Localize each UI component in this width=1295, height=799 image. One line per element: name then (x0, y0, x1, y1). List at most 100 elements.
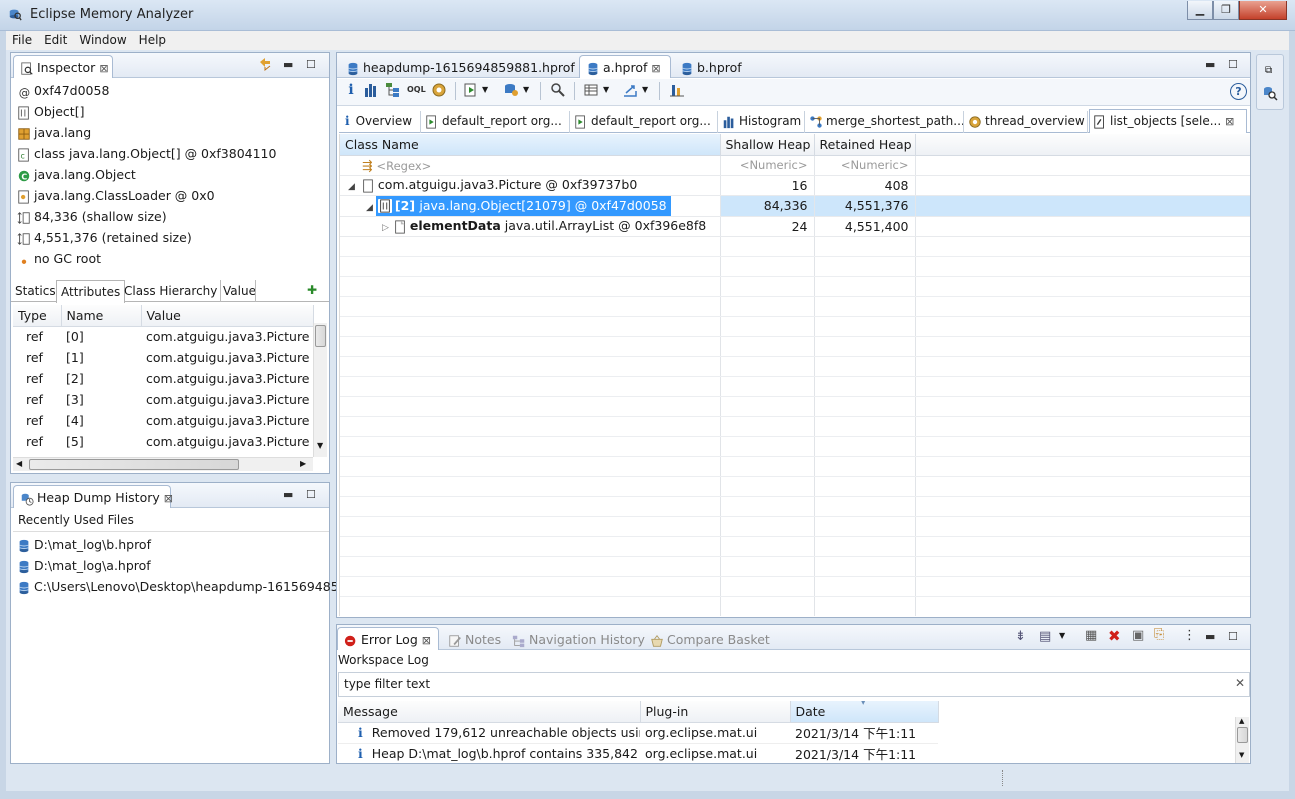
filter-shallow[interactable]: <Numeric> (720, 155, 815, 176)
close-tab-icon[interactable]: ⊠ (164, 492, 173, 505)
scroll-right-icon[interactable]: ▶ (300, 459, 306, 468)
qtab-thread-overview[interactable]: thread_overview (965, 111, 1088, 133)
inspector-row[interactable]: java.lang.ClassLoader @ 0x0 (17, 185, 215, 206)
maximize-window-button[interactable]: ❐ (1213, 1, 1239, 20)
col-value[interactable]: Value (141, 305, 314, 327)
tab-heap-dump-history[interactable]: Heap Dump History ⊠ (13, 485, 173, 508)
filter-regex[interactable]: <Regex> (376, 159, 431, 173)
col-type[interactable]: Type (13, 305, 62, 327)
menu-window[interactable]: Window (73, 31, 132, 50)
thread-overview-icon[interactable] (431, 82, 447, 98)
subtab-statics[interactable]: Statics (15, 284, 56, 298)
col-date[interactable]: Date ▼ (790, 701, 939, 723)
tab-inspector[interactable]: Inspector ⊠ (13, 55, 113, 78)
log-vscroll[interactable]: ▲ ▼ (1235, 717, 1249, 763)
inspector-row[interactable]: @0xf47d0058 (17, 80, 110, 101)
run-report-icon[interactable] (463, 82, 479, 98)
col-plugin[interactable]: Plug-in (640, 701, 791, 723)
scroll-down-icon[interactable]: ▼ (1239, 751, 1244, 759)
expanded-arrow-icon[interactable]: ◢ (366, 203, 373, 213)
dropdown-arrow-icon[interactable]: ▼ (642, 85, 648, 94)
dropdown-arrow-icon[interactable]: ▼ (1059, 631, 1065, 640)
table-row[interactable]: ◢ com.atguigu.java3.Picture @ 0xf39737b0 … (340, 175, 1250, 196)
inspector-row[interactable]: java.lang (17, 122, 91, 143)
log-row[interactable]: i Removed 179,612 unreachable objects usi… (338, 722, 938, 744)
attribute-row[interactable]: ref [1] com.atguigu.java3.Picture @ (13, 347, 313, 368)
link-selection-icon[interactable] (257, 56, 273, 75)
menu-edit[interactable]: Edit (38, 31, 73, 50)
delete-log-icon[interactable]: ✖ (1108, 627, 1121, 645)
group-by-icon[interactable] (583, 82, 599, 98)
restore-log-icon[interactable]: ⎘ (1154, 627, 1164, 642)
tab-heapdump-file[interactable]: heapdump-1615694859881.hprof (339, 55, 577, 78)
close-tab-icon[interactable]: ⊠ (1225, 115, 1234, 128)
inspector-row[interactable]: Cjava.lang.Object (17, 164, 136, 185)
qtab-merge-shortest-path[interactable]: merge_shortest_path... (806, 111, 964, 133)
col-name[interactable]: Name (61, 305, 142, 327)
tab-compare-basket[interactable]: Compare Basket (643, 627, 773, 650)
dominator-tree-icon[interactable] (385, 82, 401, 98)
histogram-icon[interactable] (363, 82, 379, 98)
recent-file-item[interactable]: D:\mat_log\a.hprof (17, 555, 151, 576)
scroll-up-icon[interactable]: ▲ (1239, 717, 1244, 725)
open-log-icon[interactable]: ▣ (1132, 628, 1144, 643)
find-object-icon[interactable] (550, 82, 566, 98)
minimize-view-icon[interactable]: ▬ (1205, 58, 1215, 71)
close-tab-icon[interactable]: ⊠ (99, 62, 108, 75)
pin-icon[interactable]: ✚ (307, 283, 317, 297)
expanded-arrow-icon[interactable]: ◢ (348, 182, 355, 192)
attribute-row[interactable]: ref [3] com.atguigu.java3.Picture @ (13, 389, 313, 410)
view-menu-icon[interactable]: ⋮ (1183, 628, 1196, 643)
oql-icon[interactable]: OQL (407, 82, 426, 98)
minimize-view-icon[interactable]: ▬ (283, 488, 293, 501)
subtab-value[interactable]: Value (223, 284, 256, 298)
col-message[interactable]: Message (338, 701, 641, 723)
close-tab-icon[interactable]: ⊠ (651, 62, 660, 75)
qtab-histogram[interactable]: Histogram (719, 111, 805, 133)
scroll-thumb[interactable] (315, 325, 326, 347)
maximize-view-icon[interactable]: ☐ (1228, 630, 1238, 643)
inspector-row[interactable]: 84,336 (shallow size) (17, 206, 167, 227)
qtab-list-objects[interactable]: list_objects [sele... ⊠ (1089, 109, 1247, 133)
clear-log-icon[interactable]: ▦ (1085, 628, 1097, 643)
inspector-row[interactable]: 4,551,376 (retained size) (17, 227, 192, 248)
subtab-attributes[interactable]: Attributes (56, 280, 126, 303)
maximize-view-icon[interactable]: ☐ (1228, 58, 1238, 71)
filter-row[interactable]: ⇶ <Regex> <Numeric> <Numeric> (340, 155, 1250, 176)
attributes-vscroll[interactable]: ▼ (313, 323, 327, 457)
tab-error-log[interactable]: Error Log ⊠ (337, 627, 439, 650)
maximize-view-icon[interactable]: ☐ (306, 488, 316, 501)
overview-info-icon[interactable]: i (343, 82, 359, 98)
scroll-thumb[interactable] (1237, 727, 1248, 743)
minimize-view-icon[interactable]: ▬ (1205, 630, 1215, 643)
subtab-class-hierarchy[interactable]: Class Hierarchy (124, 284, 217, 298)
tab-navigation-history[interactable]: Navigation History (505, 627, 645, 650)
tab-b-hprof[interactable]: b.hprof (673, 55, 749, 78)
col-shallow-heap[interactable]: Shallow Heap (720, 134, 815, 156)
close-tab-icon[interactable]: ⊠ (422, 634, 431, 647)
restore-icon[interactable]: ⧉ (1265, 65, 1272, 76)
inspector-row[interactable]: no GC root (17, 248, 101, 269)
export-log-icon[interactable]: ⇟ (1015, 629, 1026, 644)
recent-file-item[interactable]: D:\mat_log\b.hprof (17, 534, 151, 555)
table-row[interactable]: ▷ elementData java.util.ArrayList @ 0xf39… (340, 216, 1250, 237)
inspector-row[interactable]: Object[] (17, 101, 84, 122)
attribute-row[interactable]: ref [0] com.atguigu.java3.Picture @ (13, 326, 313, 347)
inspector-trim-icon[interactable] (1262, 85, 1278, 104)
tab-a-hprof[interactable]: a.hprof ⊠ (579, 55, 671, 78)
attributes-hscroll[interactable]: ◀ ▶ (13, 457, 313, 471)
scroll-down-icon[interactable]: ▼ (317, 441, 323, 450)
calculate-retained-icon[interactable] (669, 82, 685, 98)
col-retained-heap[interactable]: Retained Heap (814, 134, 916, 156)
scroll-thumb[interactable] (29, 459, 239, 470)
export-icon[interactable] (622, 82, 638, 98)
help-icon[interactable]: ? (1230, 83, 1247, 100)
menu-help[interactable]: Help (133, 31, 172, 50)
qtab-default-report-2[interactable]: default_report org... (571, 111, 718, 133)
close-window-button[interactable]: ✕ (1239, 1, 1287, 20)
attribute-row[interactable]: ref [5] com.atguigu.java3.Picture @ (13, 431, 313, 452)
dropdown-arrow-icon[interactable]: ▼ (523, 85, 529, 94)
tab-notes[interactable]: Notes (441, 627, 507, 650)
maximize-view-icon[interactable]: ☐ (306, 58, 316, 71)
log-row[interactable]: i Heap D:\mat_log\b.hprof contains 335,84… (338, 743, 938, 763)
